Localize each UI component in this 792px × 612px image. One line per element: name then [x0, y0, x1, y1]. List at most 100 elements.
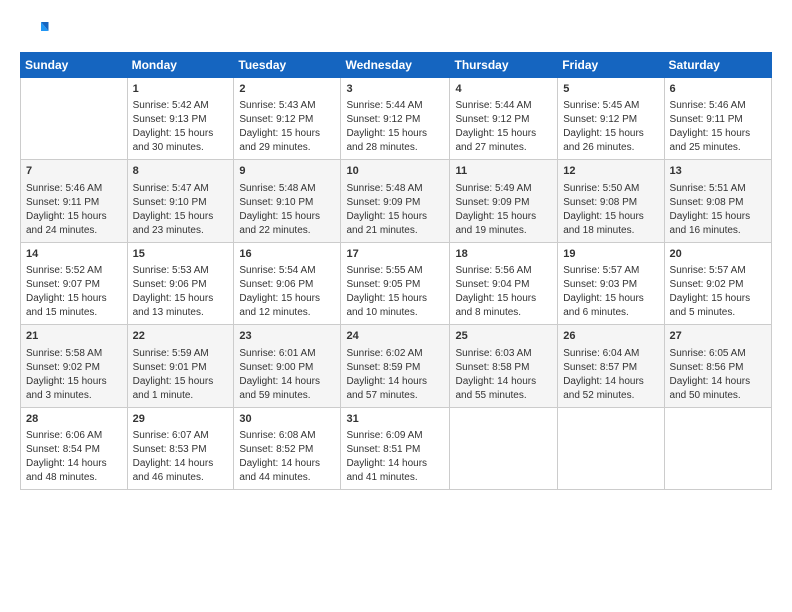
cell-info: Sunrise: 6:03 AM: [455, 347, 552, 361]
cell-info: and 30 minutes.: [133, 141, 229, 155]
cell-info: Sunset: 9:09 PM: [346, 196, 444, 210]
logo-icon: [20, 16, 50, 46]
cell-info: Sunset: 9:01 PM: [133, 361, 229, 375]
day-number: 16: [239, 247, 335, 262]
cell-info: Sunset: 9:13 PM: [133, 113, 229, 127]
cell-info: Sunrise: 5:49 AM: [455, 182, 552, 196]
cell-info: Sunset: 9:12 PM: [455, 113, 552, 127]
cell-info: Sunset: 9:11 PM: [670, 113, 766, 127]
day-number: 26: [563, 329, 658, 344]
cell-info: Daylight: 14 hours: [133, 457, 229, 471]
cell-info: Sunrise: 6:04 AM: [563, 347, 658, 361]
week-row-3: 14Sunrise: 5:52 AMSunset: 9:07 PMDayligh…: [21, 242, 772, 324]
cell-info: Daylight: 15 hours: [133, 292, 229, 306]
cell-info: and 55 minutes.: [455, 389, 552, 403]
cell-info: Sunrise: 6:07 AM: [133, 429, 229, 443]
cell-info: Daylight: 14 hours: [563, 375, 658, 389]
cell-info: and 24 minutes.: [26, 224, 122, 238]
cell-info: Daylight: 15 hours: [670, 292, 766, 306]
cell-info: and 21 minutes.: [346, 224, 444, 238]
day-number: 10: [346, 164, 444, 179]
calendar-cell: 30Sunrise: 6:08 AMSunset: 8:52 PMDayligh…: [234, 407, 341, 489]
cell-info: Sunrise: 5:42 AM: [133, 99, 229, 113]
col-header-tuesday: Tuesday: [234, 53, 341, 78]
calendar-cell: 23Sunrise: 6:01 AMSunset: 9:00 PMDayligh…: [234, 325, 341, 407]
cell-info: Sunset: 8:54 PM: [26, 443, 122, 457]
week-row-4: 21Sunrise: 5:58 AMSunset: 9:02 PMDayligh…: [21, 325, 772, 407]
calendar-page: SundayMondayTuesdayWednesdayThursdayFrid…: [0, 0, 792, 612]
cell-info: Sunrise: 5:58 AM: [26, 347, 122, 361]
cell-info: Sunset: 9:10 PM: [239, 196, 335, 210]
cell-info: Sunrise: 5:47 AM: [133, 182, 229, 196]
calendar-cell: 11Sunrise: 5:49 AMSunset: 9:09 PMDayligh…: [450, 160, 558, 242]
day-number: 3: [346, 82, 444, 97]
cell-info: and 25 minutes.: [670, 141, 766, 155]
cell-info: Sunset: 8:51 PM: [346, 443, 444, 457]
day-number: 4: [455, 82, 552, 97]
calendar-cell: 1Sunrise: 5:42 AMSunset: 9:13 PMDaylight…: [127, 78, 234, 160]
calendar-cell: 26 Sunrise: 6:04 AMSunset: 8:57 PMDayligh…: [558, 325, 664, 407]
cell-info: Sunrise: 6:08 AM: [239, 429, 335, 443]
cell-info: and 57 minutes.: [346, 389, 444, 403]
week-row-2: 7Sunrise: 5:46 AMSunset: 9:11 PMDaylight…: [21, 160, 772, 242]
cell-info: Sunrise: 5:53 AM: [133, 264, 229, 278]
cell-info: and 3 minutes.: [26, 389, 122, 403]
cell-info: Sunset: 8:57 PM: [563, 361, 658, 375]
day-number: 13: [670, 164, 766, 179]
header: [20, 16, 772, 46]
logo: [20, 16, 54, 46]
calendar-cell: 2Sunrise: 5:43 AMSunset: 9:12 PMDaylight…: [234, 78, 341, 160]
cell-info: and 41 minutes.: [346, 471, 444, 485]
cell-info: Sunset: 9:08 PM: [670, 196, 766, 210]
cell-info: Sunset: 9:06 PM: [239, 278, 335, 292]
cell-info: Sunset: 8:56 PM: [670, 361, 766, 375]
calendar-cell: [558, 407, 664, 489]
calendar-cell: 15Sunrise: 5:53 AMSunset: 9:06 PMDayligh…: [127, 242, 234, 324]
col-header-friday: Friday: [558, 53, 664, 78]
col-header-saturday: Saturday: [664, 53, 771, 78]
cell-info: Daylight: 15 hours: [670, 127, 766, 141]
cell-info: Sunset: 9:04 PM: [455, 278, 552, 292]
cell-info: and 50 minutes.: [670, 389, 766, 403]
cell-info: Sunrise: 6:05 AM: [670, 347, 766, 361]
cell-info: Daylight: 15 hours: [26, 375, 122, 389]
calendar-cell: 27Sunrise: 6:05 AMSunset: 8:56 PMDayligh…: [664, 325, 771, 407]
calendar-cell: 7Sunrise: 5:46 AMSunset: 9:11 PMDaylight…: [21, 160, 128, 242]
cell-info: Daylight: 15 hours: [670, 210, 766, 224]
week-row-5: 28Sunrise: 6:06 AMSunset: 8:54 PMDayligh…: [21, 407, 772, 489]
cell-info: Sunrise: 5:52 AM: [26, 264, 122, 278]
cell-info: and 29 minutes.: [239, 141, 335, 155]
cell-info: and 44 minutes.: [239, 471, 335, 485]
cell-info: Sunset: 8:59 PM: [346, 361, 444, 375]
calendar-cell: 21Sunrise: 5:58 AMSunset: 9:02 PMDayligh…: [21, 325, 128, 407]
calendar-cell: 17Sunrise: 5:55 AMSunset: 9:05 PMDayligh…: [341, 242, 450, 324]
cell-info: and 26 minutes.: [563, 141, 658, 155]
day-number: 25: [455, 329, 552, 344]
cell-info: Daylight: 15 hours: [346, 292, 444, 306]
cell-info: Sunset: 9:12 PM: [239, 113, 335, 127]
day-number: 28: [26, 412, 122, 427]
cell-info: Sunrise: 5:57 AM: [670, 264, 766, 278]
calendar-cell: 28Sunrise: 6:06 AMSunset: 8:54 PMDayligh…: [21, 407, 128, 489]
cell-info: Daylight: 15 hours: [346, 127, 444, 141]
calendar-cell: 16Sunrise: 5:54 AMSunset: 9:06 PMDayligh…: [234, 242, 341, 324]
cell-info: Sunrise: 5:46 AM: [26, 182, 122, 196]
cell-info: and 1 minute.: [133, 389, 229, 403]
day-number: 22: [133, 329, 229, 344]
cell-info: and 23 minutes.: [133, 224, 229, 238]
cell-info: Sunrise: 6:02 AM: [346, 347, 444, 361]
cell-info: Sunrise: 5:50 AM: [563, 182, 658, 196]
cell-info: and 12 minutes.: [239, 306, 335, 320]
calendar-cell: 22Sunrise: 5:59 AMSunset: 9:01 PMDayligh…: [127, 325, 234, 407]
cell-info: Sunrise: 5:46 AM: [670, 99, 766, 113]
cell-info: Sunrise: 5:56 AM: [455, 264, 552, 278]
day-number: 27: [670, 329, 766, 344]
cell-info: and 19 minutes.: [455, 224, 552, 238]
cell-info: Sunset: 8:58 PM: [455, 361, 552, 375]
day-number: 12: [563, 164, 658, 179]
cell-info: Sunset: 9:10 PM: [133, 196, 229, 210]
cell-info: Sunset: 9:02 PM: [26, 361, 122, 375]
calendar-cell: 6Sunrise: 5:46 AMSunset: 9:11 PMDaylight…: [664, 78, 771, 160]
cell-info: and 28 minutes.: [346, 141, 444, 155]
calendar-cell: 24Sunrise: 6:02 AMSunset: 8:59 PMDayligh…: [341, 325, 450, 407]
